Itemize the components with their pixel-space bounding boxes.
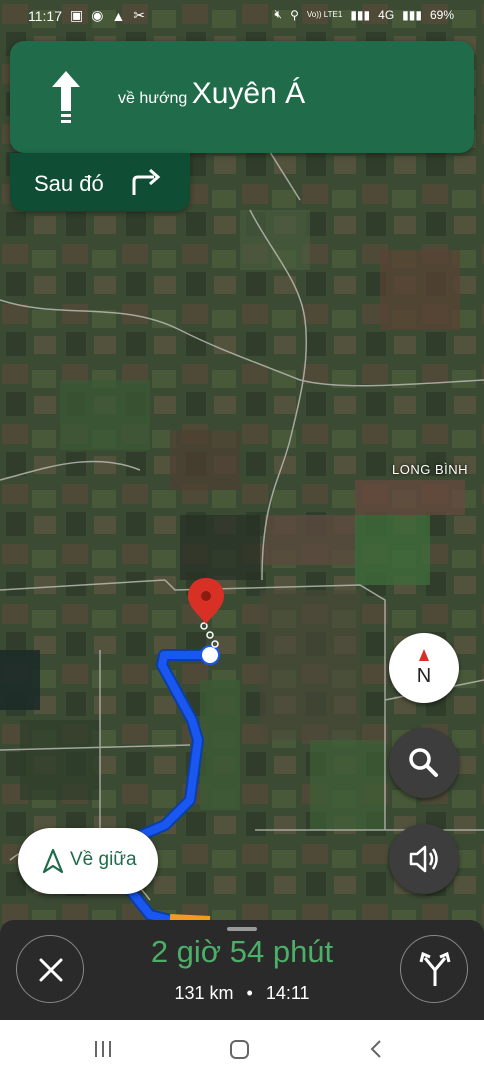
tools-icon: ✂ bbox=[133, 7, 146, 23]
destination-marker-icon bbox=[188, 578, 224, 624]
straight-arrow-icon bbox=[52, 71, 80, 123]
search-icon bbox=[409, 748, 438, 777]
recenter-label: Về giữa bbox=[70, 849, 137, 870]
recent-apps-icon[interactable] bbox=[95, 1041, 111, 1057]
maneuver-card[interactable]: về hướng Xuyên Á bbox=[10, 41, 474, 153]
search-button[interactable] bbox=[389, 728, 459, 798]
volte-label: Vo)) LTE1 bbox=[306, 10, 343, 19]
mute-icon: 🔇︎ bbox=[274, 7, 283, 21]
speaker-icon bbox=[409, 845, 438, 873]
system-navigation-bar bbox=[0, 1020, 484, 1080]
place-label: LONG BÌNH bbox=[392, 462, 469, 477]
turn-right-icon bbox=[132, 168, 161, 195]
trip-details: 131 km • 14:11 bbox=[100, 983, 384, 1004]
arrival-time: 14:11 bbox=[265, 983, 310, 1003]
trip-distance: 131 km bbox=[174, 983, 234, 1003]
location-pin-icon: ⚲ bbox=[290, 7, 299, 22]
signal-icon: ▮▮▮ bbox=[402, 7, 422, 22]
destination-name: Xuyên Á bbox=[191, 77, 306, 110]
compass-north-label: N bbox=[416, 665, 432, 687]
location-arrow-icon: ▲ bbox=[111, 7, 126, 24]
route-fork-icon bbox=[419, 951, 451, 986]
back-icon[interactable] bbox=[370, 1040, 381, 1058]
trip-duration: 2 giờ 54 phút bbox=[150, 934, 334, 969]
toward-label: về hướng bbox=[118, 90, 188, 107]
status-time: 11:17 bbox=[28, 7, 62, 24]
messenger-icon: ◉ bbox=[91, 7, 104, 23]
alternate-routes-button[interactable] bbox=[400, 935, 468, 1003]
network-label: 4G bbox=[378, 7, 395, 22]
close-icon bbox=[39, 958, 63, 982]
sound-button[interactable] bbox=[389, 824, 459, 894]
compass-button[interactable]: N bbox=[389, 633, 459, 703]
message-icon: ▣ bbox=[70, 7, 84, 23]
trip-panel[interactable]: 2 giờ 54 phút 131 km • 14:11 bbox=[0, 920, 484, 1020]
signal-icon: ▮▮▮ bbox=[350, 7, 371, 22]
navigation-arrow-icon bbox=[42, 848, 64, 874]
trip-separator: • bbox=[246, 983, 253, 1003]
then-card[interactable]: Sau đó bbox=[10, 153, 190, 211]
then-label: Sau đó bbox=[34, 171, 104, 196]
drag-handle[interactable] bbox=[227, 927, 257, 931]
home-icon[interactable] bbox=[230, 1040, 249, 1059]
status-bar: 11:17 ▣ ◉ ▲ ✂ 🔇︎ ⚲ Vo)) LTE1 ▮▮▮ 4G ▮▮▮ … bbox=[0, 0, 484, 32]
close-navigation-button[interactable] bbox=[16, 935, 84, 1003]
route-start-dot bbox=[200, 645, 220, 665]
battery-label: 69% bbox=[429, 7, 454, 22]
maneuver-text: về hướng Xuyên Á bbox=[118, 77, 305, 111]
recenter-button[interactable]: Về giữa bbox=[18, 828, 158, 894]
